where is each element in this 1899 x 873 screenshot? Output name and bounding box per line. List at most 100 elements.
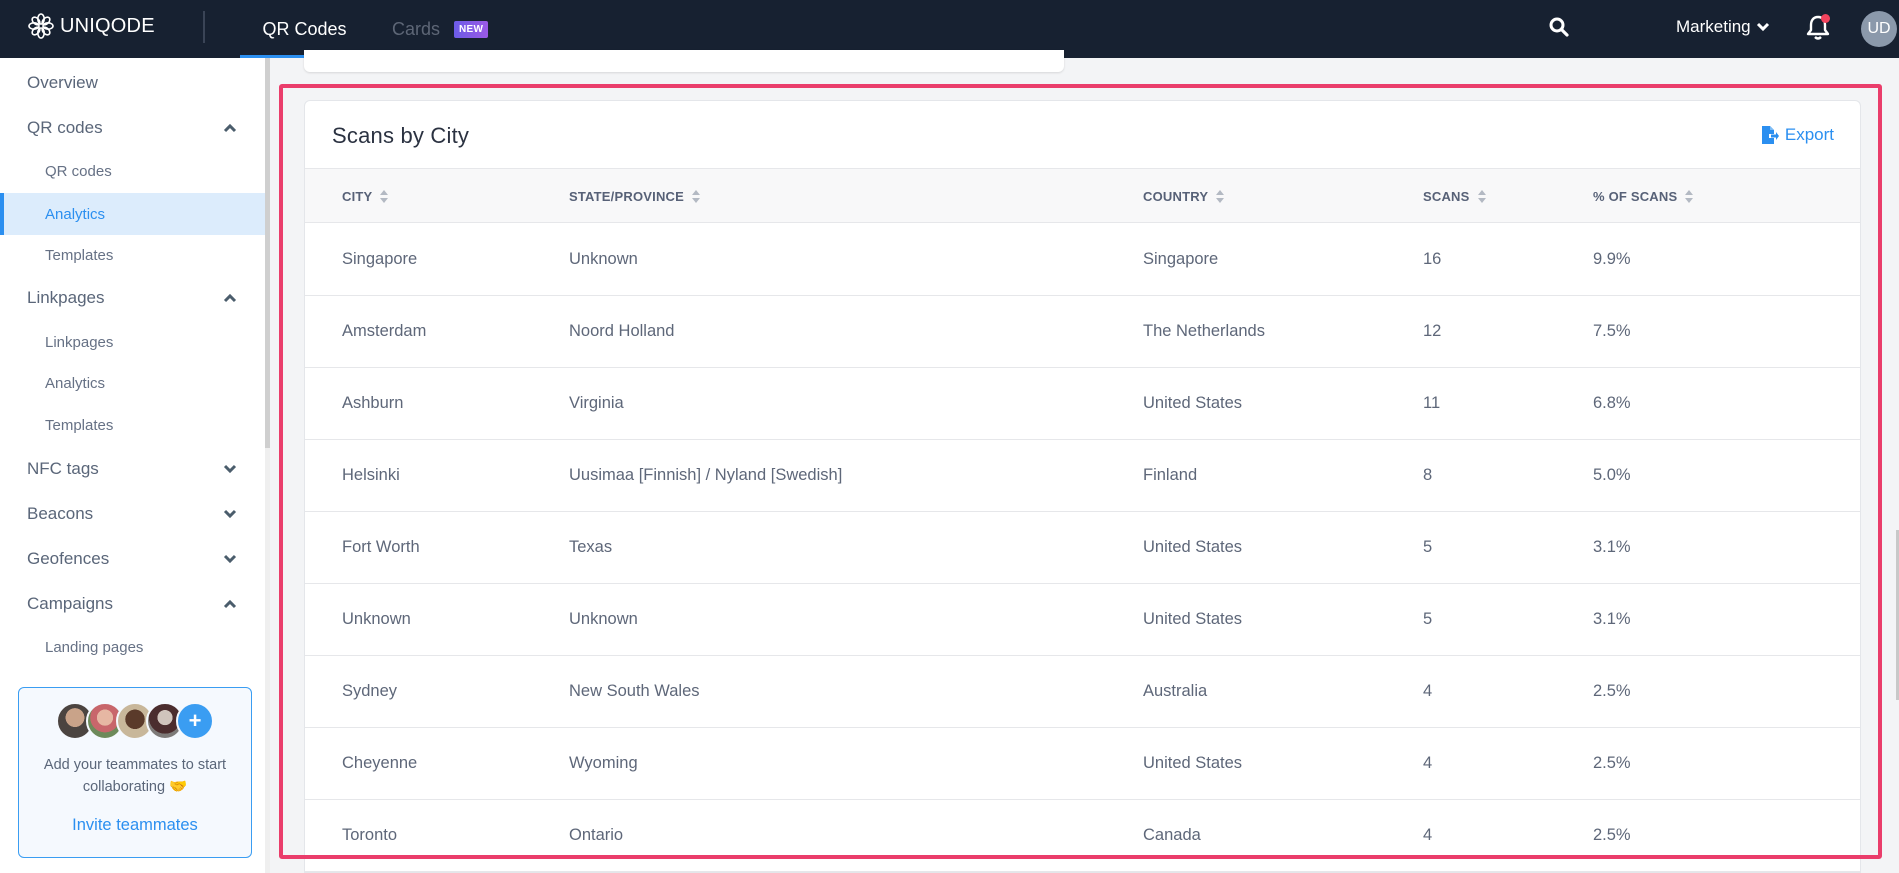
chevron-up-icon[interactable] [223,123,237,133]
table-header: CITY STATE/PROVINCE COUNTRY SCANS % OF S… [305,168,1860,223]
column-header-percent[interactable]: % OF SCANS [1593,169,1694,223]
cell-city: Singapore [342,250,418,268]
sidebar-item-label: QR codes [27,118,103,137]
cell-scans: 5 [1423,538,1433,556]
brand-logo[interactable]: UNIQODE [28,13,155,39]
chevron-up-icon[interactable] [223,599,237,609]
tab-cards-label: Cards [392,18,441,39]
workspace-dropdown[interactable]: Marketing [1676,17,1770,37]
cell-scans: 12 [1423,322,1442,340]
cell-state: Unknown [569,610,638,628]
column-header-label: COUNTRY [1143,188,1209,204]
cell-country: Singapore [1143,250,1219,268]
cell-percent: 3.1% [1593,610,1631,628]
sidebar-item-label: Overview [27,73,98,92]
sidebar-item-label: Templates [45,246,114,264]
cell-scans: 5 [1423,610,1433,628]
card-title: Scans by City [332,123,470,148]
column-header-label: STATE/PROVINCE [569,188,684,204]
cell-state: Uusimaa [Finnish] / Nyland [Swedish] [569,466,843,484]
sidebar-item-qr-codes[interactable]: QR codes [0,155,265,187]
notifications-button[interactable] [1805,13,1831,41]
scans-by-city-card: Scans by City Export CITY STATE/PROVINCE… [304,100,1861,873]
cell-city: Amsterdam [342,322,427,340]
chevron-down-icon [1756,22,1769,32]
new-badge: NEW [454,20,489,38]
table-row[interactable]: Toronto Ontario Canada 4 2.5% [305,800,1860,872]
sidebar-item-templates[interactable]: Templates [0,239,265,271]
table-row[interactable]: Singapore Unknown Singapore 16 9.9% [305,224,1860,296]
column-header-city[interactable]: CITY [342,169,389,223]
sidebar-item-geofences[interactable]: Geofences [27,540,265,578]
column-header-label: % OF SCANS [1593,188,1678,204]
sidebar-item-linkpages-analytics[interactable]: Analytics [0,367,265,399]
sidebar-item-campaigns[interactable]: Campaigns [27,585,265,623]
sidebar-item-nfc-tags[interactable]: NFC tags [27,450,265,488]
cell-scans: 4 [1423,754,1433,772]
invite-description: Add your teammates to start collaboratin… [43,757,227,795]
column-header-country[interactable]: COUNTRY [1143,169,1225,223]
sidebar-item-linkpages[interactable]: Linkpages [0,326,265,358]
cell-city: Sydney [342,682,398,700]
cell-city: Toronto [342,826,398,844]
table-row[interactable]: Cheyenne Wyoming United States 4 2.5% [305,728,1860,800]
sidebar-item-beacons[interactable]: Beacons [27,495,265,533]
sort-icon [1216,189,1225,203]
sidebar-item-label: Campaigns [27,594,113,613]
sidebar-item-label: Linkpages [27,288,105,307]
column-header-state[interactable]: STATE/PROVINCE [569,169,700,223]
cell-city: Ashburn [342,394,404,412]
cell-percent: 7.5% [1593,322,1631,340]
table-row[interactable]: Fort Worth Texas United States 5 3.1% [305,512,1860,584]
add-teammate-button[interactable]: + [176,702,214,740]
sidebar-item-label: QR codes [45,162,112,180]
cell-percent: 2.5% [1593,754,1631,772]
cell-scans: 4 [1423,682,1433,700]
column-header-label: CITY [342,188,373,204]
sidebar-item-overview[interactable]: Overview [27,64,265,102]
cell-state: Noord Holland [569,322,675,340]
sidebar-item-qr-codes-group[interactable]: QR codes [27,109,265,147]
chevron-down-icon[interactable] [223,509,237,519]
sidebar-scrollbar-thumb[interactable] [265,58,270,448]
sidebar-item-linkpages-group[interactable]: Linkpages [27,279,265,317]
cell-percent: 2.5% [1593,682,1631,700]
table-row[interactable]: Unknown Unknown United States 5 3.1% [305,584,1860,656]
table-row[interactable]: Ashburn Virginia United States 11 6.8% [305,368,1860,440]
cell-city: Fort Worth [342,538,420,556]
cell-country: United States [1143,610,1243,628]
sort-icon [692,189,700,203]
sort-icon [1477,189,1486,203]
sort-icon [1685,189,1694,203]
sidebar-item-landing-pages[interactable]: Landing pages [0,631,265,663]
table-row[interactable]: Amsterdam Noord Holland The Netherlands 12 7… [305,296,1860,368]
sidebar-item-label: Analytics [45,374,106,392]
cell-scans: 16 [1423,250,1442,268]
cell-percent: 9.9% [1593,250,1631,268]
sidebar-item-linkpages-templates[interactable]: Templates [0,409,265,441]
search-button[interactable] [1548,16,1570,38]
chevron-down-icon[interactable] [223,554,237,564]
table-row[interactable]: Helsinki Uusimaa [Finnish] / Nyland [Swed… [305,440,1860,512]
chevron-up-icon[interactable] [223,293,237,303]
sidebar-item-analytics[interactable]: Analytics [0,193,265,235]
sort-icon [380,189,389,203]
sidebar-scrollbar-track[interactable] [265,448,270,873]
cell-percent: 3.1% [1593,538,1631,556]
user-avatar[interactable]: UD [1861,11,1897,47]
chevron-down-icon[interactable] [223,464,237,474]
cell-country: Australia [1143,682,1208,700]
sidebar-item-label: Landing pages [45,638,144,656]
cell-country: Canada [1143,826,1201,844]
sidebar-item-label: Analytics [45,205,106,223]
table-row[interactable]: Sydney New South Wales Australia 4 2.5% [305,656,1860,728]
invite-teammates-link[interactable]: Invite teammates [19,816,251,835]
column-header-scans[interactable]: SCANS [1423,169,1486,223]
cell-state: New South Wales [569,682,700,700]
nav-divider [203,11,205,43]
cell-scans: 11 [1423,394,1441,412]
cell-percent: 5.0% [1593,466,1631,484]
cell-state: Ontario [569,826,624,844]
export-button[interactable]: Export [1761,125,1834,145]
cell-city: Cheyenne [342,754,418,772]
